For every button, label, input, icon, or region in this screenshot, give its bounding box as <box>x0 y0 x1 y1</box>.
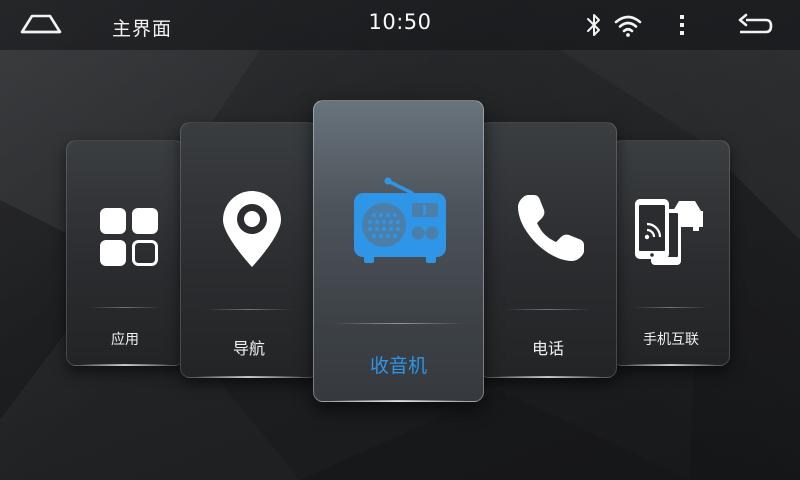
card-glow <box>493 376 603 378</box>
card-phone-link[interactable]: 手机互联 <box>612 140 730 366</box>
phone-icon <box>518 195 584 261</box>
wifi-icon <box>614 13 642 39</box>
card-divider <box>87 307 163 308</box>
card-navigation[interactable]: 导航 <box>180 122 318 378</box>
apps-grid-icon <box>100 208 158 266</box>
card-divider <box>205 309 293 310</box>
radio-icon <box>354 177 446 263</box>
card-divider <box>633 307 709 308</box>
card-glow <box>78 364 172 366</box>
card-label-navigation: 导航 <box>232 339 265 358</box>
status-bar: 主界面 10:50 <box>0 0 800 50</box>
more-vertical-icon[interactable] <box>674 12 690 38</box>
back-icon[interactable] <box>736 12 774 38</box>
card-glow <box>624 364 718 366</box>
phone-car-link-icon <box>635 199 703 265</box>
card-divider <box>330 323 467 324</box>
card-radio[interactable]: 收音机 <box>313 100 484 402</box>
card-label-apps: 应用 <box>111 332 139 348</box>
card-glow <box>194 376 304 378</box>
card-divider <box>504 309 592 310</box>
location-pin-icon <box>223 191 281 267</box>
bluetooth-icon <box>584 12 604 38</box>
card-phone[interactable]: 电话 <box>479 122 617 378</box>
card-label-radio: 收音机 <box>369 355 427 377</box>
card-label-phone-link: 手机互联 <box>643 332 699 348</box>
card-label-phone: 电话 <box>531 339 564 358</box>
card-glow <box>330 400 467 402</box>
card-apps[interactable]: 应用 <box>66 140 184 366</box>
